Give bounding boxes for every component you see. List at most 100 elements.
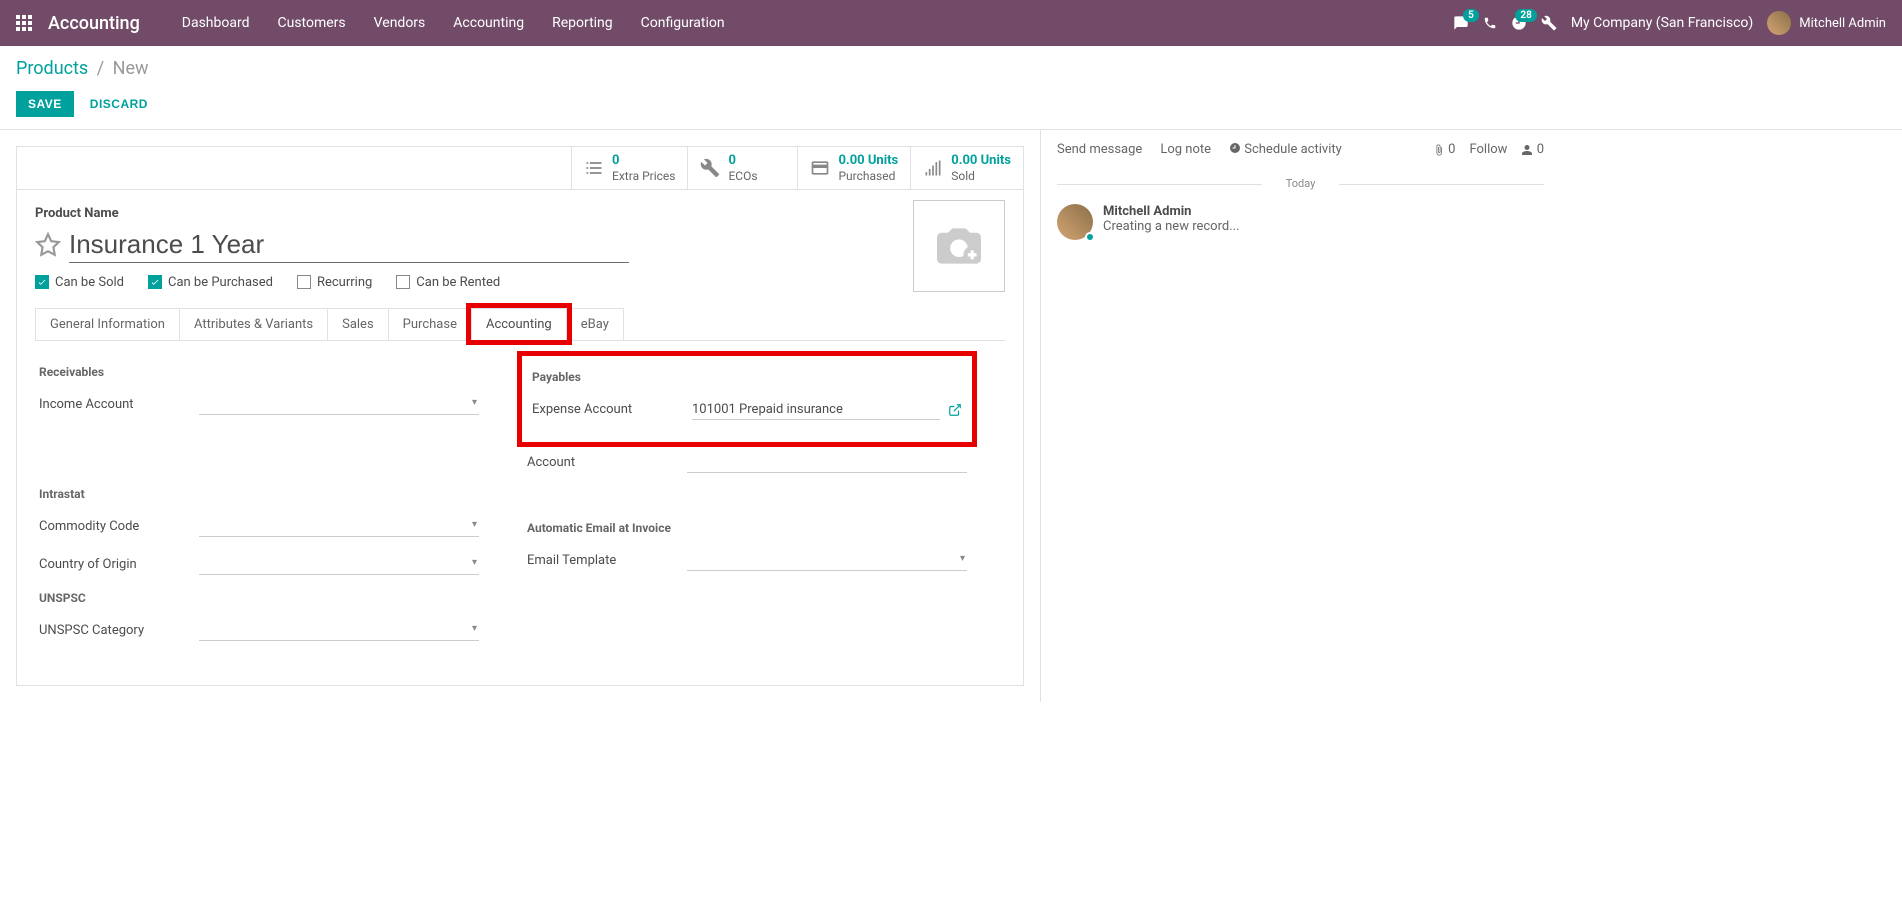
log-note-button[interactable]: Log note	[1160, 142, 1211, 157]
stat-label: Sold	[951, 169, 1011, 183]
followers-count[interactable]: 0	[1521, 142, 1544, 157]
send-message-button[interactable]: Send message	[1057, 142, 1142, 157]
commodity-code-label: Commodity Code	[39, 519, 199, 534]
form-tabs: General Information Attributes & Variant…	[35, 308, 1005, 341]
chatter-message: Mitchell Admin Creating a new record...	[1057, 198, 1544, 246]
form-sheet: 0Extra Prices 0ECOs 0.00 UnitsPurchased …	[16, 146, 1024, 686]
action-buttons: SAVE DISCARD	[0, 83, 1902, 129]
chevron-down-icon: ▾	[960, 553, 965, 564]
expense-account-label: Expense Account	[532, 402, 692, 417]
stat-ecos[interactable]: 0ECOs	[687, 147, 797, 189]
tab-purchase[interactable]: Purchase	[388, 308, 472, 340]
receivables-title: Receivables	[39, 365, 479, 379]
messages-badge: 5	[1463, 9, 1479, 22]
checkbox-label: Can be Sold	[55, 275, 124, 290]
online-status-icon	[1085, 232, 1095, 242]
product-name-input[interactable]	[69, 227, 629, 263]
tab-attributes-variants[interactable]: Attributes & Variants	[179, 308, 328, 340]
external-link-icon[interactable]	[948, 402, 962, 417]
list-icon	[584, 158, 604, 178]
user-menu[interactable]: Mitchell Admin	[1767, 11, 1886, 35]
stat-value: 0	[612, 153, 675, 169]
menu-customers[interactable]: Customers	[264, 0, 360, 46]
stat-value: 0	[728, 153, 757, 169]
debug-icon[interactable]	[1541, 15, 1557, 31]
product-image-placeholder[interactable]	[913, 200, 1005, 292]
menu-vendors[interactable]: Vendors	[360, 0, 440, 46]
save-button[interactable]: SAVE	[16, 91, 74, 117]
stat-value: 0.00 Units	[951, 153, 1011, 169]
user-name: Mitchell Admin	[1799, 16, 1886, 31]
user-avatar-icon	[1767, 11, 1791, 35]
credit-card-icon	[810, 158, 830, 178]
activities-badge: 28	[1515, 9, 1536, 22]
phone-icon[interactable]	[1483, 16, 1497, 30]
checkbox-can-be-purchased[interactable]: Can be Purchased	[148, 275, 273, 290]
follow-button[interactable]: Follow	[1469, 142, 1507, 157]
stat-extra-prices[interactable]: 0Extra Prices	[571, 147, 687, 189]
income-account-label: Income Account	[39, 397, 199, 412]
breadcrumb-separator: /	[97, 58, 104, 79]
income-account-input[interactable]: ▾	[199, 395, 479, 415]
payables-title: Payables	[532, 370, 962, 384]
menu-accounting[interactable]: Accounting	[439, 0, 538, 46]
expense-account-input[interactable]: 101001 Prepaid insurance	[692, 400, 940, 420]
tab-sales[interactable]: Sales	[327, 308, 389, 340]
checkbox-label: Recurring	[317, 275, 372, 290]
checkbox-can-be-rented[interactable]: Can be Rented	[396, 275, 500, 290]
schedule-activity-button[interactable]: Schedule activity	[1229, 142, 1342, 157]
main-layout: 0Extra Prices 0ECOs 0.00 UnitsPurchased …	[0, 129, 1902, 702]
message-author: Mitchell Admin	[1103, 204, 1544, 219]
form-left-column: Receivables Income Account ▾ Intrastat C…	[39, 365, 479, 657]
nav-right: 5 28 My Company (San Francisco) Mitchell…	[1453, 11, 1886, 35]
attachments-count[interactable]: 0	[1433, 142, 1456, 157]
chatter-topbar: Send message Log note Schedule activity …	[1057, 142, 1544, 169]
stat-label: Extra Prices	[612, 169, 675, 183]
top-navbar: Accounting Dashboard Customers Vendors A…	[0, 0, 1902, 46]
stat-buttons: 0Extra Prices 0ECOs 0.00 UnitsPurchased …	[17, 147, 1023, 190]
discard-button[interactable]: DISCARD	[78, 91, 160, 117]
email-template-input[interactable]: ▾	[687, 551, 967, 571]
stat-sold[interactable]: 0.00 UnitsSold	[910, 147, 1023, 189]
breadcrumb-bar: Products / New	[0, 46, 1902, 83]
tab-general-information[interactable]: General Information	[35, 308, 180, 340]
auto-email-title: Automatic Email at Invoice	[527, 521, 967, 535]
breadcrumb-products[interactable]: Products	[16, 58, 88, 79]
country-origin-input[interactable]: ▾	[199, 555, 479, 575]
unspsc-title: UNSPSC	[39, 591, 479, 605]
account-input[interactable]	[687, 453, 967, 473]
favorite-star-icon[interactable]	[35, 232, 61, 258]
chevron-down-icon: ▾	[472, 557, 477, 568]
main-menu: Dashboard Customers Vendors Accounting R…	[168, 0, 1453, 46]
menu-configuration[interactable]: Configuration	[627, 0, 739, 46]
account-label: Account	[527, 455, 687, 470]
checkbox-can-be-sold[interactable]: Can be Sold	[35, 275, 124, 290]
message-avatar-icon	[1057, 204, 1093, 240]
wrench-icon	[700, 158, 720, 178]
unspsc-category-label: UNSPSC Category	[39, 623, 199, 638]
activities-icon[interactable]: 28	[1511, 15, 1527, 31]
menu-reporting[interactable]: Reporting	[538, 0, 627, 46]
messages-icon[interactable]: 5	[1453, 15, 1469, 31]
stat-label: ECOs	[728, 169, 757, 183]
stat-label: Purchased	[838, 169, 898, 183]
breadcrumb-current: New	[113, 58, 149, 79]
highlight-payables: Payables Expense Account 101001 Prepaid …	[517, 351, 977, 447]
chevron-down-icon: ▾	[472, 397, 477, 408]
apps-menu-icon[interactable]	[16, 15, 32, 31]
product-name-label: Product Name	[35, 206, 1005, 221]
stat-purchased[interactable]: 0.00 UnitsPurchased	[797, 147, 910, 189]
form-body: Product Name Can be Sold Can be Purchase…	[17, 190, 1023, 685]
bars-icon	[923, 158, 943, 178]
checkbox-label: Can be Rented	[416, 275, 500, 290]
tab-ebay[interactable]: eBay	[566, 308, 624, 340]
commodity-code-input[interactable]: ▾	[199, 517, 479, 537]
country-origin-label: Country of Origin	[39, 557, 199, 572]
checkbox-recurring[interactable]: Recurring	[297, 275, 372, 290]
app-brand[interactable]: Accounting	[48, 13, 140, 34]
tab-accounting[interactable]: Accounting	[471, 308, 567, 340]
company-switcher[interactable]: My Company (San Francisco)	[1571, 15, 1753, 31]
form-area: 0Extra Prices 0ECOs 0.00 UnitsPurchased …	[0, 130, 1040, 702]
unspsc-category-input[interactable]: ▾	[199, 621, 479, 641]
menu-dashboard[interactable]: Dashboard	[168, 0, 264, 46]
